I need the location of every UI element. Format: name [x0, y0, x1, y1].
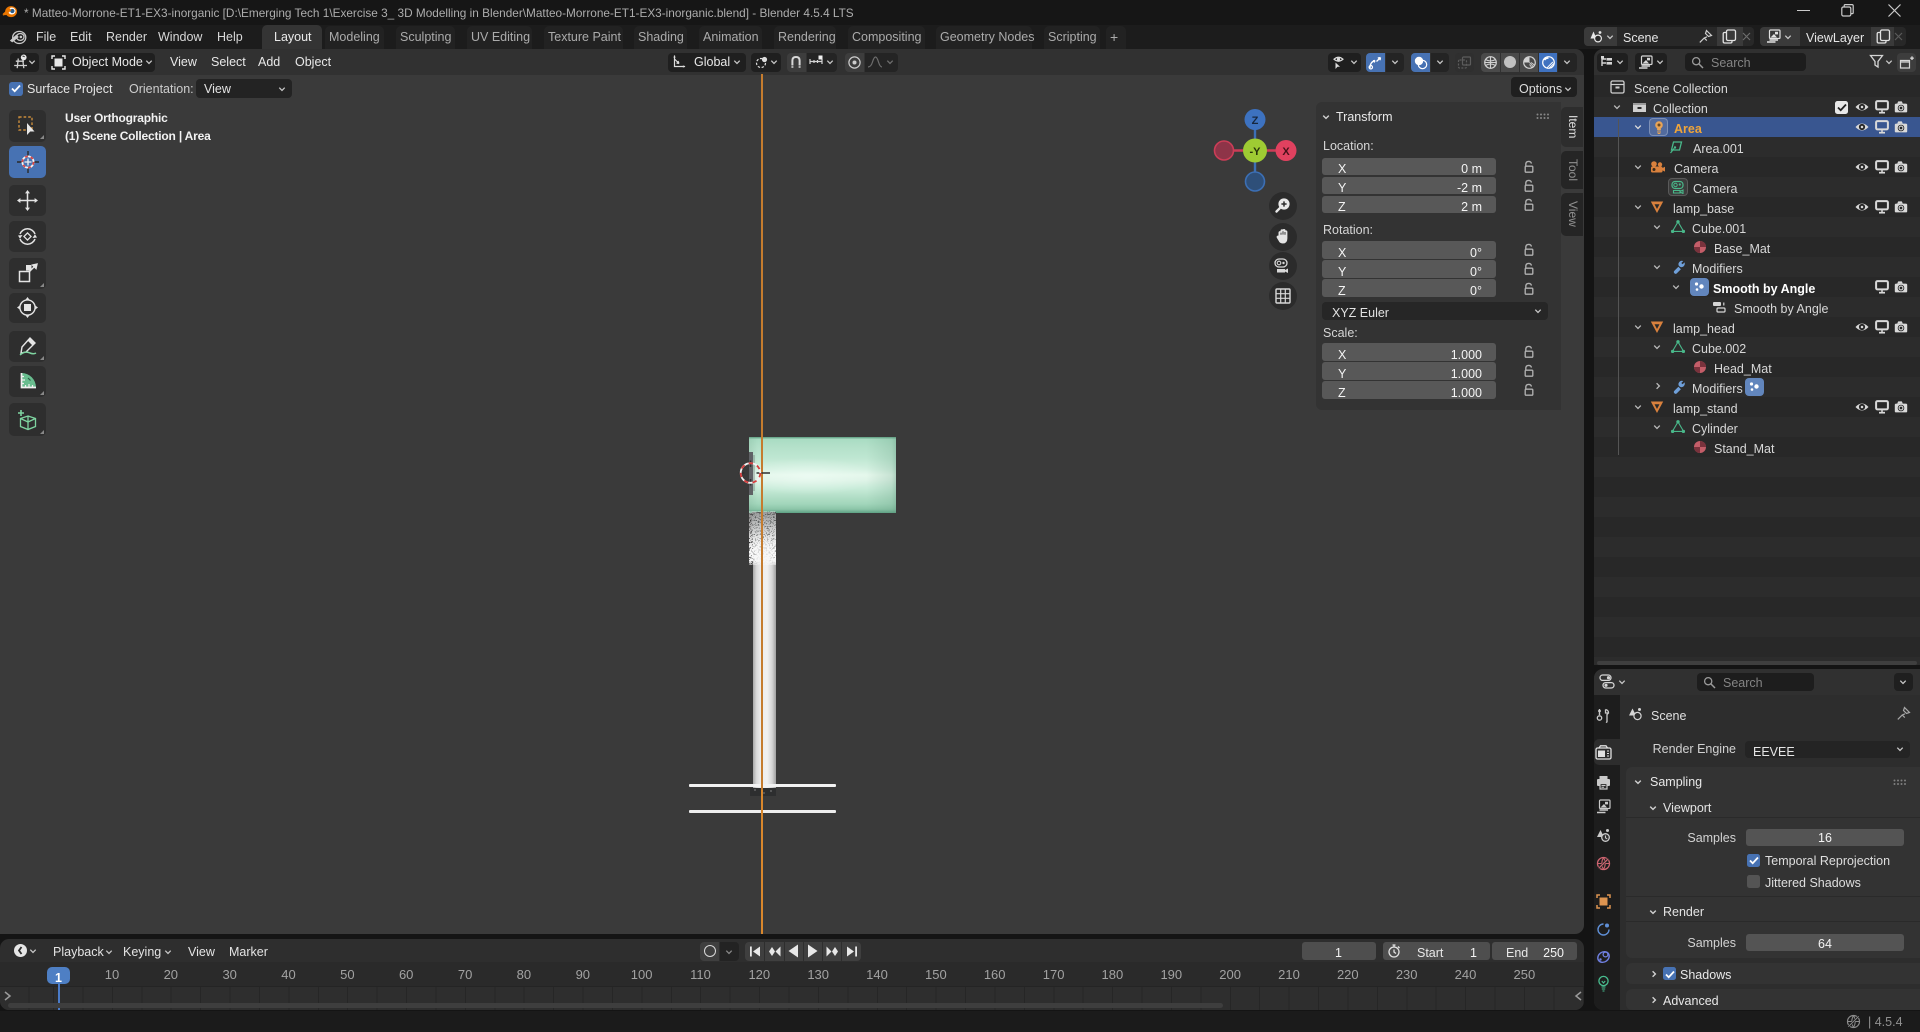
svg-text:-Y: -Y — [1250, 146, 1262, 158]
svg-text:X: X — [1282, 146, 1290, 158]
svg-text:Z: Z — [1252, 115, 1259, 127]
